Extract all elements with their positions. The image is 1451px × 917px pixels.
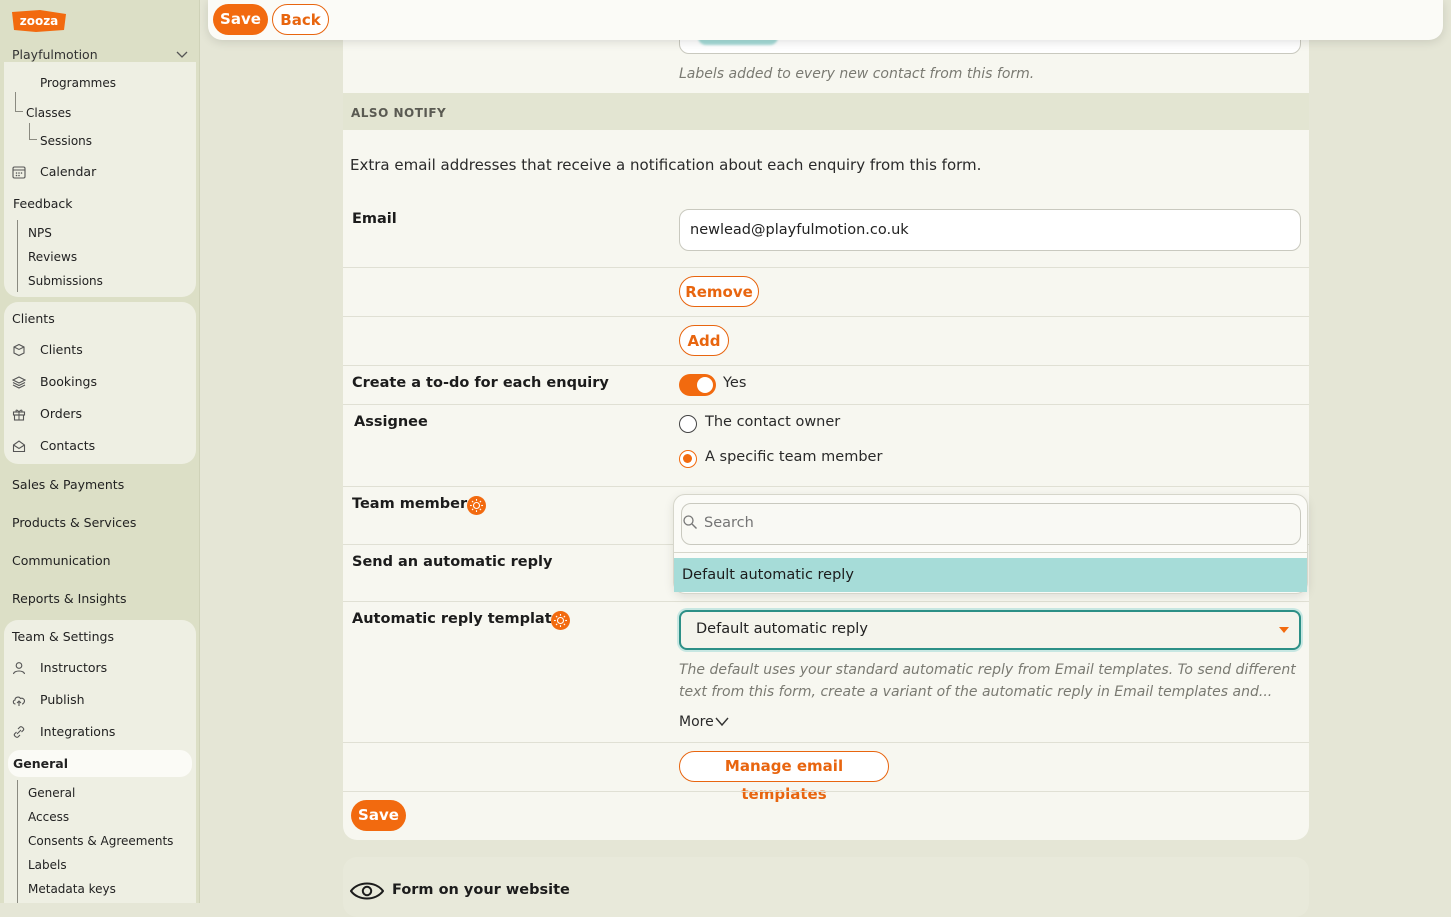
- dropdown-separator: [674, 552, 1307, 553]
- top-save-button[interactable]: Save: [213, 4, 268, 35]
- todo-label: Create a to-do for each enquiry: [352, 375, 609, 391]
- sidebar-item-sessions[interactable]: Sessions: [40, 134, 92, 148]
- sidebar-section-sales-payments[interactable]: Sales & Payments: [12, 477, 124, 492]
- sidebar-item-orders[interactable]: Orders: [40, 406, 82, 421]
- tree-connector: [15, 92, 23, 112]
- sidebar-item-metadata-keys[interactable]: Metadata keys: [28, 882, 116, 896]
- sidebar-item-contacts[interactable]: Contacts: [40, 438, 95, 453]
- dropdown-search-input[interactable]: [702, 512, 1262, 534]
- envelope-open-icon: [12, 439, 26, 453]
- sidebar-section-general[interactable]: General: [13, 756, 68, 771]
- row-divider: [343, 365, 1309, 366]
- gift-icon: [12, 407, 26, 421]
- help-icon[interactable]: [467, 496, 486, 515]
- tree-connector: [17, 220, 18, 292]
- sidebar-item-bookings[interactable]: Bookings: [40, 374, 97, 389]
- sidebar-item-classes[interactable]: Classes: [26, 106, 71, 120]
- cloud-upload-icon: [12, 693, 26, 707]
- assignee-option-team-member[interactable]: A specific team member: [705, 449, 882, 465]
- sidebar-item-labels[interactable]: Labels: [28, 858, 67, 872]
- template-label: Automatic reply template: [352, 611, 562, 627]
- sidebar-item-integrations[interactable]: Integrations: [40, 724, 115, 739]
- sidebar-item-general[interactable]: General: [28, 786, 75, 800]
- organisation-name: Playfulmotion: [12, 47, 98, 62]
- template-select[interactable]: Default automatic reply: [679, 610, 1301, 650]
- labels-hint: Labels added to every new contact from t…: [679, 66, 1035, 82]
- top-back-button[interactable]: Back: [272, 4, 329, 35]
- row-divider: [343, 267, 1309, 268]
- row-divider: [343, 404, 1309, 405]
- sidebar-section-feedback[interactable]: Feedback: [13, 196, 73, 211]
- also-notify-heading: ALSO NOTIFY: [351, 106, 447, 120]
- also-notify-description: Extra email addresses that receive a not…: [350, 156, 982, 174]
- sidebar-item-calendar[interactable]: Calendar: [40, 164, 96, 179]
- sidebar-item-consents[interactable]: Consents & Agreements: [28, 834, 173, 848]
- email-label: Email: [352, 211, 397, 227]
- template-select-value: Default automatic reply: [696, 621, 868, 637]
- assignee-option-contact-owner[interactable]: The contact owner: [705, 414, 840, 430]
- remove-email-button[interactable]: Remove: [679, 276, 759, 307]
- auto-reply-label: Send an automatic reply: [352, 554, 553, 570]
- form-save-button[interactable]: Save: [351, 800, 406, 831]
- todo-toggle[interactable]: [679, 374, 716, 396]
- row-divider: [343, 601, 1309, 602]
- chevron-down-icon[interactable]: [715, 717, 729, 727]
- email-field[interactable]: newlead@playfulmotion.co.uk: [679, 209, 1301, 251]
- dropdown-option-default-reply[interactable]: Default automatic reply: [674, 558, 1307, 592]
- more-label: More: [679, 714, 714, 730]
- sidebar-section-communication[interactable]: Communication: [12, 553, 111, 568]
- website-section-title: Form on your website: [392, 882, 570, 898]
- link-icon: [12, 725, 26, 739]
- clients-group: [4, 302, 196, 464]
- sidebar-section-clients[interactable]: Clients: [12, 311, 55, 326]
- user-icon: [12, 661, 26, 675]
- sidebar-item-publish[interactable]: Publish: [40, 692, 85, 707]
- sidebar-item-access[interactable]: Access: [28, 810, 69, 824]
- template-hint-line-1: The default uses your standard automatic…: [679, 662, 1296, 678]
- row-divider: [343, 486, 1309, 487]
- sidebar-section-team-settings[interactable]: Team & Settings: [12, 629, 114, 644]
- assignee-label: Assignee: [354, 414, 428, 430]
- assignee-radio-team-member[interactable]: [679, 450, 697, 468]
- more-toggle[interactable]: More: [679, 714, 714, 730]
- tree-connector: [29, 123, 37, 140]
- chevron-down-icon: [176, 51, 188, 58]
- users-icon: [12, 343, 26, 357]
- sidebar-section-products-services[interactable]: Products & Services: [12, 515, 136, 530]
- template-hint-line-2: text from this form, create a variant of…: [679, 684, 1273, 700]
- layers-icon: [12, 375, 26, 389]
- team-member-dropdown: Default automatic reply: [673, 494, 1308, 594]
- sidebar-item-instructors[interactable]: Instructors: [40, 660, 107, 675]
- row-divider: [343, 791, 1309, 792]
- eye-icon: [350, 882, 384, 900]
- sidebar-item-nps[interactable]: NPS: [28, 226, 52, 240]
- also-notify-section-header: [343, 93, 1309, 130]
- assignee-radio-contact-owner[interactable]: [679, 415, 697, 433]
- toggle-knob: [697, 377, 713, 393]
- sidebar-item-submissions[interactable]: Submissions: [28, 274, 103, 288]
- sidebar: zooza Playfulmotion Programmes Classes S…: [0, 0, 200, 903]
- todo-toggle-value: Yes: [723, 375, 747, 391]
- team-member-label: Team member: [352, 496, 468, 512]
- sidebar-section-reports-insights[interactable]: Reports & Insights: [12, 591, 127, 606]
- calendar-icon: [12, 165, 26, 179]
- tree-connector: [17, 780, 18, 903]
- zooza-logo[interactable]: zooza: [10, 8, 68, 34]
- add-email-button[interactable]: Add: [679, 325, 729, 356]
- svg-text:zooza: zooza: [20, 14, 59, 28]
- sidebar-item-clients[interactable]: Clients: [40, 342, 83, 357]
- top-action-bar: [208, 0, 1443, 40]
- sidebar-item-reviews[interactable]: Reviews: [28, 250, 77, 264]
- sidebar-item-programmes[interactable]: Programmes: [40, 76, 116, 90]
- caret-down-icon: [1279, 627, 1289, 633]
- row-divider: [343, 742, 1309, 743]
- help-icon[interactable]: [551, 611, 570, 630]
- search-icon: [683, 515, 697, 529]
- row-divider: [343, 316, 1309, 317]
- manage-email-templates-button[interactable]: Manage email templates: [679, 751, 889, 803]
- dropdown-search-field[interactable]: [681, 503, 1301, 545]
